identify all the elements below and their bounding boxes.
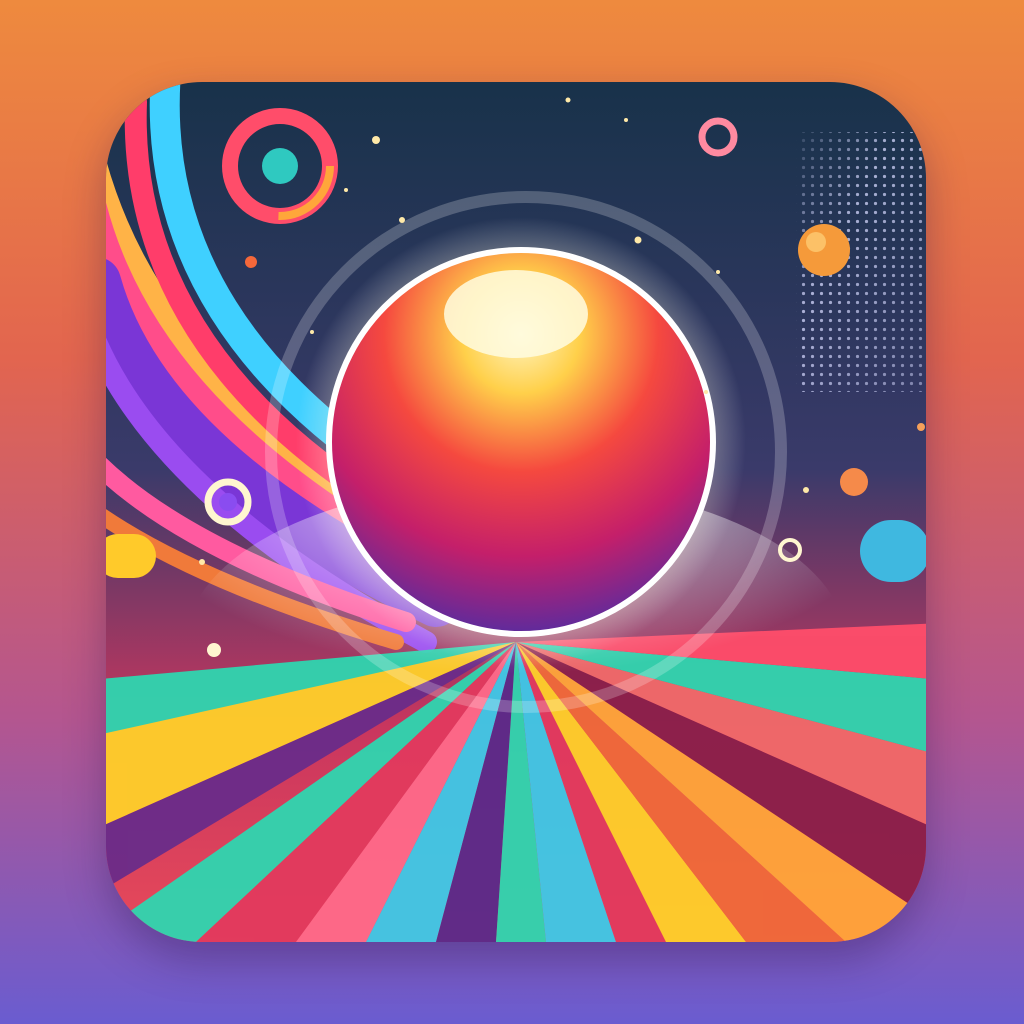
ring-left-center bbox=[219, 493, 237, 511]
icon-artwork bbox=[106, 82, 926, 942]
blob-yellow bbox=[106, 534, 156, 578]
orb-highlight bbox=[444, 270, 588, 358]
page-background bbox=[0, 0, 1024, 1024]
planet-orange bbox=[798, 224, 850, 276]
dot-orange bbox=[245, 256, 257, 268]
planet-small-orange bbox=[840, 468, 868, 496]
app-icon[interactable] bbox=[106, 82, 926, 942]
blob-cyan bbox=[860, 520, 926, 582]
